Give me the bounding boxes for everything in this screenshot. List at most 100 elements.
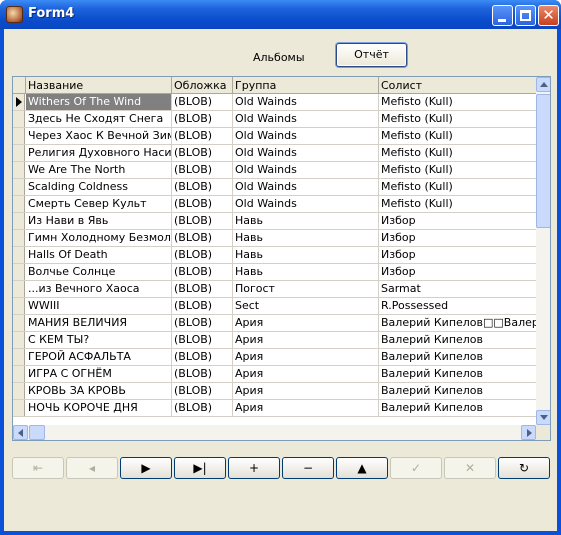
cell-cover[interactable]: (BLOB) <box>172 366 233 382</box>
cell-cover[interactable]: (BLOB) <box>172 111 233 127</box>
cell-group[interactable]: Ария <box>233 349 379 365</box>
cell-group[interactable]: Навь <box>233 230 379 246</box>
albums-grid[interactable]: Название Обложка Группа Солист Withers O… <box>12 76 551 441</box>
cell-group[interactable]: Ария <box>233 400 379 416</box>
cell-group[interactable]: Old Wainds <box>233 111 379 127</box>
cell-title[interactable]: Религия Духовного Насилия <box>26 145 172 161</box>
row-indicator[interactable] <box>13 111 25 127</box>
scroll-up-button[interactable] <box>536 77 550 92</box>
table-row[interactable]: ИГРА С ОГНЁМ (BLOB) Ария Валерий Кипелов <box>13 366 536 383</box>
column-header-soloist[interactable]: Солист <box>379 77 536 94</box>
cancel-record-button[interactable]: ✕ <box>444 457 496 479</box>
cell-soloist[interactable]: Mefisto (Kull) <box>379 94 536 110</box>
table-row[interactable]: We Are The North (BLOB) Old Wainds Mefisto … <box>13 162 536 179</box>
vertical-scroll-thumb[interactable] <box>536 94 550 228</box>
cell-title[interactable]: Смерть Север Культ <box>26 196 172 212</box>
cell-soloist[interactable]: Mefisto (Kull) <box>379 196 536 212</box>
post-record-button[interactable]: ✓ <box>390 457 442 479</box>
table-row[interactable]: Через Хаос К Вечной Зиме (BLOB) Old Wainds… <box>13 128 536 145</box>
cell-cover[interactable]: (BLOB) <box>172 230 233 246</box>
row-indicator[interactable] <box>13 366 25 382</box>
row-indicator[interactable] <box>13 315 25 331</box>
cell-soloist[interactable]: Избор <box>379 213 536 229</box>
cell-group[interactable]: Old Wainds <box>233 162 379 178</box>
table-row[interactable]: WWIII (BLOB) Sect R.Possessed <box>13 298 536 315</box>
cell-title[interactable]: Через Хаос К Вечной Зиме <box>26 128 172 144</box>
column-header-cover[interactable]: Обложка <box>172 77 233 94</box>
cell-cover[interactable]: (BLOB) <box>172 349 233 365</box>
row-indicator[interactable] <box>13 128 25 144</box>
next-record-button[interactable]: ▶ <box>120 457 172 479</box>
row-indicator[interactable] <box>13 179 25 195</box>
cell-title[interactable]: Scalding Coldness <box>26 179 172 195</box>
table-row[interactable]: Scalding Coldness (BLOB) Old Wainds Mefisto… <box>13 179 536 196</box>
minimize-button[interactable] <box>492 5 513 26</box>
cell-group[interactable]: Old Wainds <box>233 179 379 195</box>
horizontal-scroll-thumb[interactable] <box>29 425 45 440</box>
cell-cover[interactable]: (BLOB) <box>172 145 233 161</box>
cell-soloist[interactable]: Валерий Кипелов <box>379 400 536 416</box>
cell-group[interactable]: Old Wainds <box>233 128 379 144</box>
row-indicator[interactable] <box>13 298 25 314</box>
cell-cover[interactable]: (BLOB) <box>172 281 233 297</box>
table-row[interactable]: Halls Of Death (BLOB) Навь Избор <box>13 247 536 264</box>
row-indicator[interactable] <box>13 196 25 212</box>
cell-soloist[interactable]: Валерий Кипелов <box>379 366 536 382</box>
cell-group[interactable]: Old Wainds <box>233 94 379 110</box>
cell-group[interactable]: Sect <box>233 298 379 314</box>
row-indicator[interactable] <box>13 332 25 348</box>
scroll-down-button[interactable] <box>536 410 550 425</box>
cell-group[interactable]: Навь <box>233 264 379 280</box>
cell-title[interactable]: Из Нави в Явь <box>26 213 172 229</box>
row-indicator[interactable] <box>13 264 25 280</box>
table-row[interactable]: Смерть Север Культ (BLOB) Old Wainds Mefist… <box>13 196 536 213</box>
cell-soloist[interactable]: Sarmat <box>379 281 536 297</box>
insert-record-button[interactable]: + <box>228 457 280 479</box>
cell-title[interactable]: ГЕРОЙ АСФАЛЬТА <box>26 349 172 365</box>
table-row[interactable]: ...из Вечного Хаоса (BLOB) Погост Sarmat <box>13 281 536 298</box>
cell-group[interactable]: Old Wainds <box>233 196 379 212</box>
delete-record-button[interactable]: − <box>282 457 334 479</box>
cell-group[interactable]: Навь <box>233 213 379 229</box>
row-indicator[interactable] <box>13 145 25 161</box>
scroll-left-button[interactable] <box>13 425 28 440</box>
cell-soloist[interactable]: Валерий Кипелов□□Валерий Ки <box>379 315 536 331</box>
vertical-scrollbar[interactable] <box>536 77 550 425</box>
cell-soloist[interactable]: Валерий Кипелов <box>379 332 536 348</box>
cell-group[interactable]: Ария <box>233 366 379 382</box>
cell-group[interactable]: Ария <box>233 332 379 348</box>
cell-soloist[interactable]: Валерий Кипелов <box>379 349 536 365</box>
row-indicator[interactable] <box>13 281 25 297</box>
scroll-right-button[interactable] <box>521 425 536 440</box>
edit-record-button[interactable]: ▲ <box>336 457 388 479</box>
cell-cover[interactable]: (BLOB) <box>172 400 233 416</box>
table-row[interactable]: С КЕМ ТЫ? (BLOB) Ария Валерий Кипелов <box>13 332 536 349</box>
row-indicator[interactable] <box>13 400 25 416</box>
cell-cover[interactable]: (BLOB) <box>172 247 233 263</box>
row-indicator[interactable] <box>13 349 25 365</box>
table-row[interactable]: Волчье Солнце (BLOB) Навь Избор <box>13 264 536 281</box>
table-row[interactable]: ГЕРОЙ АСФАЛЬТА (BLOB) Ария Валерий Кипелов <box>13 349 536 366</box>
cell-soloist[interactable]: Mefisto (Kull) <box>379 111 536 127</box>
table-row[interactable]: Здесь Не Сходят Снега (BLOB) Old Wainds Mef… <box>13 111 536 128</box>
title-bar[interactable]: Form4 ✕ <box>0 0 561 29</box>
cell-title[interactable]: Волчье Солнце <box>26 264 172 280</box>
row-indicator[interactable] <box>13 213 25 229</box>
cell-group[interactable]: Ария <box>233 383 379 399</box>
row-indicator[interactable] <box>13 162 25 178</box>
cell-cover[interactable]: (BLOB) <box>172 94 233 110</box>
row-indicator[interactable] <box>13 230 25 246</box>
cell-title[interactable]: КРОВЬ ЗА КРОВЬ <box>26 383 172 399</box>
app-icon[interactable] <box>6 6 23 23</box>
cell-title[interactable]: Halls Of Death <box>26 247 172 263</box>
cell-group[interactable]: Навь <box>233 247 379 263</box>
cell-cover[interactable]: (BLOB) <box>172 128 233 144</box>
cell-cover[interactable]: (BLOB) <box>172 315 233 331</box>
cell-soloist[interactable]: Валерий Кипелов <box>379 383 536 399</box>
cell-soloist[interactable]: Избор <box>379 264 536 280</box>
cell-title[interactable]: Гимн Холодному Безмолвию <box>26 230 172 246</box>
row-indicator[interactable] <box>13 383 25 399</box>
current-row-indicator-icon[interactable] <box>13 94 25 110</box>
first-record-button[interactable]: ⇤ <box>12 457 64 479</box>
last-record-button[interactable]: ▶| <box>174 457 226 479</box>
